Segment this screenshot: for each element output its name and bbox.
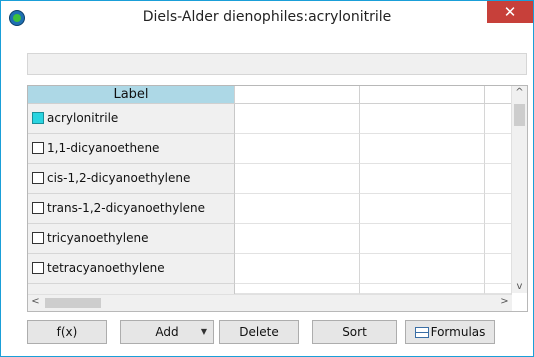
dialog-window: Diels-Alder dienophiles:acrylonitrile ✕ … — [0, 0, 534, 357]
scroll-right-icon[interactable]: > — [497, 296, 512, 307]
title-bar: Diels-Alder dienophiles:acrylonitrile ✕ — [1, 1, 533, 34]
column-header-d[interactable] — [485, 86, 512, 104]
row-label-cell[interactable]: acrylonitrile — [28, 104, 235, 134]
column-header-c[interactable] — [360, 86, 485, 104]
grid-cell[interactable] — [360, 284, 485, 294]
row-label-cell[interactable]: cis-1,2-dicyanoethylene — [28, 164, 235, 194]
sort-button[interactable]: Sort — [312, 320, 397, 344]
checkbox-icon[interactable] — [32, 112, 44, 124]
grid-cell[interactable] — [360, 104, 485, 134]
checkbox-icon[interactable] — [32, 202, 44, 214]
checkbox-icon[interactable] — [32, 262, 44, 274]
grid-cell[interactable] — [485, 134, 512, 164]
scroll-left-icon[interactable]: < — [28, 296, 43, 307]
formulas-icon — [414, 327, 429, 338]
row-label-text: tetracyanoethylene — [47, 261, 165, 275]
row-label-cell[interactable]: tetracyanoethylene — [28, 254, 235, 284]
grid-cell[interactable] — [235, 224, 360, 254]
formulas-button-label: Formulas — [430, 325, 486, 339]
grid-cell[interactable] — [235, 164, 360, 194]
grid-cell[interactable] — [485, 284, 512, 294]
grid-cell[interactable] — [360, 194, 485, 224]
horizontal-scroll-thumb[interactable] — [45, 298, 101, 308]
grid-cell[interactable] — [360, 164, 485, 194]
grid-cell[interactable] — [485, 164, 512, 194]
close-button[interactable]: ✕ — [487, 1, 533, 23]
grid-cell[interactable] — [235, 284, 360, 294]
row-label-cell[interactable]: tricyanoethylene — [28, 224, 235, 254]
checkbox-icon[interactable] — [32, 172, 44, 184]
row-label-text: tricyanoethylene — [47, 231, 149, 245]
column-header-b[interactable] — [235, 86, 360, 104]
input-bar[interactable] — [27, 53, 527, 75]
row-label-cell[interactable]: trans-1,2-dicyanoethylene — [28, 194, 235, 224]
scroll-down-icon[interactable]: v — [512, 281, 527, 292]
window-title: Diels-Alder dienophiles:acrylonitrile — [142, 9, 392, 25]
grid-cell[interactable] — [235, 254, 360, 284]
grid-cell[interactable] — [235, 104, 360, 134]
grid-cell[interactable] — [485, 224, 512, 254]
grid-cell[interactable] — [235, 194, 360, 224]
grid-cell[interactable] — [485, 104, 512, 134]
grid-cell[interactable] — [485, 194, 512, 224]
spreadsheet-grid: Label acrylonitrile 1,1-dicyanoethene ci… — [27, 85, 528, 312]
add-button[interactable]: Add ▼ — [120, 320, 214, 344]
scroll-up-icon[interactable]: ^ — [512, 87, 527, 98]
row-label-text: trans-1,2-dicyanoethylene — [47, 201, 206, 215]
dropdown-arrow-icon[interactable]: ▼ — [201, 321, 207, 343]
delete-button[interactable]: Delete — [219, 320, 299, 344]
row-label-text: 1,1-dicyanoethene — [47, 141, 160, 155]
checkbox-icon[interactable] — [32, 142, 44, 154]
vertical-scrollbar[interactable]: ^ v — [511, 86, 527, 293]
row-label-cell[interactable]: 1,1-dicyanoethene — [28, 134, 235, 164]
fx-button[interactable]: f(x) — [27, 320, 107, 344]
vertical-scroll-thumb[interactable] — [514, 104, 525, 126]
add-button-label: Add — [155, 325, 179, 339]
row-label-text: acrylonitrile — [47, 111, 119, 125]
grid-cell[interactable] — [360, 254, 485, 284]
formulas-button[interactable]: Formulas — [405, 320, 495, 344]
grid-cell[interactable] — [360, 224, 485, 254]
row-label-cell-partial[interactable] — [28, 284, 235, 294]
row-label-text: cis-1,2-dicyanoethylene — [47, 171, 191, 185]
grid-cell[interactable] — [485, 254, 512, 284]
grid-cell[interactable] — [235, 134, 360, 164]
column-header-label[interactable]: Label — [28, 86, 235, 104]
checkbox-icon[interactable] — [32, 232, 44, 244]
horizontal-scrollbar[interactable]: < > — [28, 294, 512, 311]
grid-cell[interactable] — [360, 134, 485, 164]
